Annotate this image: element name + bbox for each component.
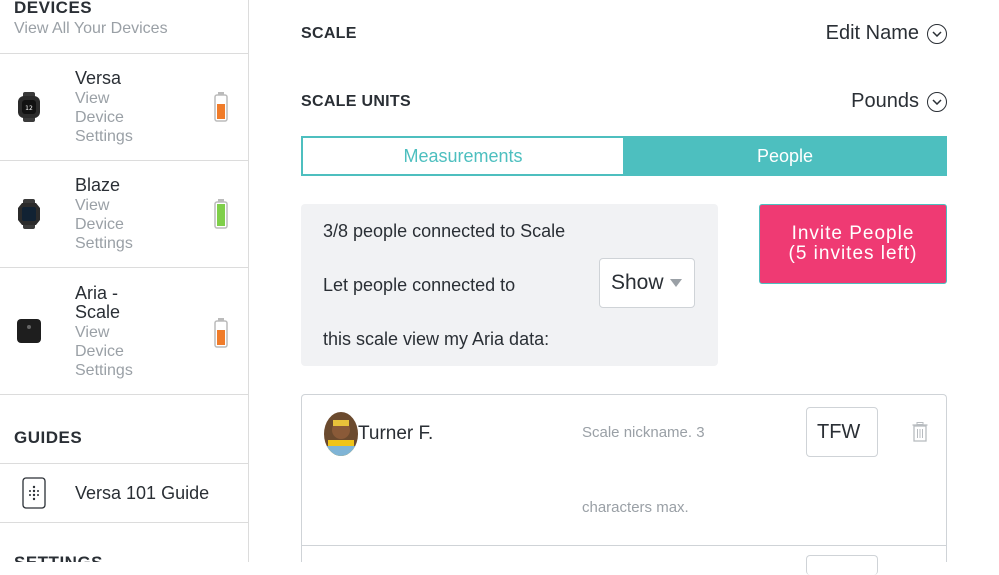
battery-low-icon xyxy=(214,92,228,122)
view-all-devices-link[interactable]: View All Your Devices xyxy=(14,20,168,38)
device-settings-link[interactable]: View Device Settings xyxy=(75,196,133,253)
divider xyxy=(0,394,248,395)
chevron-down-icon xyxy=(927,91,947,112)
tab-measurements[interactable]: Measurements xyxy=(301,136,623,176)
sharing-panel: 3/8 people connected to Scale Let people… xyxy=(301,204,718,366)
link-text: View xyxy=(75,197,110,214)
person-name: Turner F. xyxy=(358,423,434,444)
edit-name-label: Edit Name xyxy=(825,22,919,44)
units-dropdown[interactable]: Pounds xyxy=(851,90,947,113)
people-list: Turner F. Scale nickname. 3 characters m… xyxy=(301,394,947,575)
visibility-select[interactable]: Show xyxy=(599,258,695,308)
device-settings-link[interactable]: View Device Settings xyxy=(75,323,133,380)
devices-title: DEVICES xyxy=(14,0,93,17)
share-text-line1: Let people connected to xyxy=(323,275,516,295)
link-text: Device xyxy=(75,343,124,360)
guides-title: GUIDES xyxy=(14,428,83,447)
link-text: Settings xyxy=(75,235,133,252)
invites-left-label: (5 invites left) xyxy=(788,243,918,264)
nickname-hint-line1: Scale nickname. 3 xyxy=(582,424,705,441)
link-text: Device xyxy=(75,109,124,126)
guide-device-icon xyxy=(22,477,46,509)
row-divider xyxy=(302,545,946,546)
device-name-line: Scale xyxy=(75,302,121,322)
nickname-input[interactable]: TFW xyxy=(806,407,878,457)
scale-label: SCALE xyxy=(301,25,357,42)
battery-low-icon xyxy=(214,318,228,348)
units-value: Pounds xyxy=(851,90,919,112)
tab-people[interactable]: People xyxy=(623,136,947,176)
divider xyxy=(0,522,248,523)
nickname-input-next[interactable] xyxy=(806,555,878,575)
device-settings-link[interactable]: View Device Settings xyxy=(75,89,133,146)
smartwatch-icon xyxy=(18,199,40,229)
avatar xyxy=(324,412,358,456)
device-name: Blaze xyxy=(75,175,121,195)
smartwatch-icon: 12 xyxy=(18,92,40,122)
segmented-control: Measurements People xyxy=(301,136,947,176)
invite-label: Invite People xyxy=(791,223,915,244)
scale-icon xyxy=(17,319,41,343)
link-text: View xyxy=(75,90,110,107)
link-text: Settings xyxy=(75,128,133,145)
connected-count-text: 3/8 people connected to Scale xyxy=(323,221,566,241)
scale-units-label: SCALE UNITS xyxy=(301,93,411,110)
svg-text:12: 12 xyxy=(25,105,33,112)
battery-full-icon xyxy=(214,199,228,229)
link-text: Device xyxy=(75,216,124,233)
edit-name-dropdown[interactable]: Edit Name xyxy=(826,22,947,45)
invite-people-button[interactable]: Invite People (5 invites left) xyxy=(759,204,947,284)
link-text: View xyxy=(75,324,110,341)
device-name-line: Aria - xyxy=(75,283,119,303)
trash-icon[interactable] xyxy=(912,422,928,442)
guide-label: Versa 101 Guide xyxy=(75,483,210,503)
sidebar: DEVICES View All Your Devices 12 Versa V… xyxy=(0,0,249,562)
settings-title: SETTINGS xyxy=(14,553,103,562)
device-name: Aria - Scale xyxy=(75,284,120,322)
share-text-line2: this scale view my Aria data: xyxy=(323,329,550,349)
caret-down-icon xyxy=(670,279,682,287)
chevron-down-icon xyxy=(927,23,947,44)
nickname-hint-line2: characters max. xyxy=(582,499,689,516)
device-item-versa[interactable]: 12 Versa View Device Settings xyxy=(0,54,248,160)
device-name: Versa xyxy=(75,68,122,88)
device-item-aria-scale[interactable]: Aria - Scale View Device Settings xyxy=(0,268,248,394)
select-value: Show xyxy=(611,271,664,294)
device-item-blaze[interactable]: Blaze View Device Settings xyxy=(0,161,248,267)
link-text: Settings xyxy=(75,362,133,379)
